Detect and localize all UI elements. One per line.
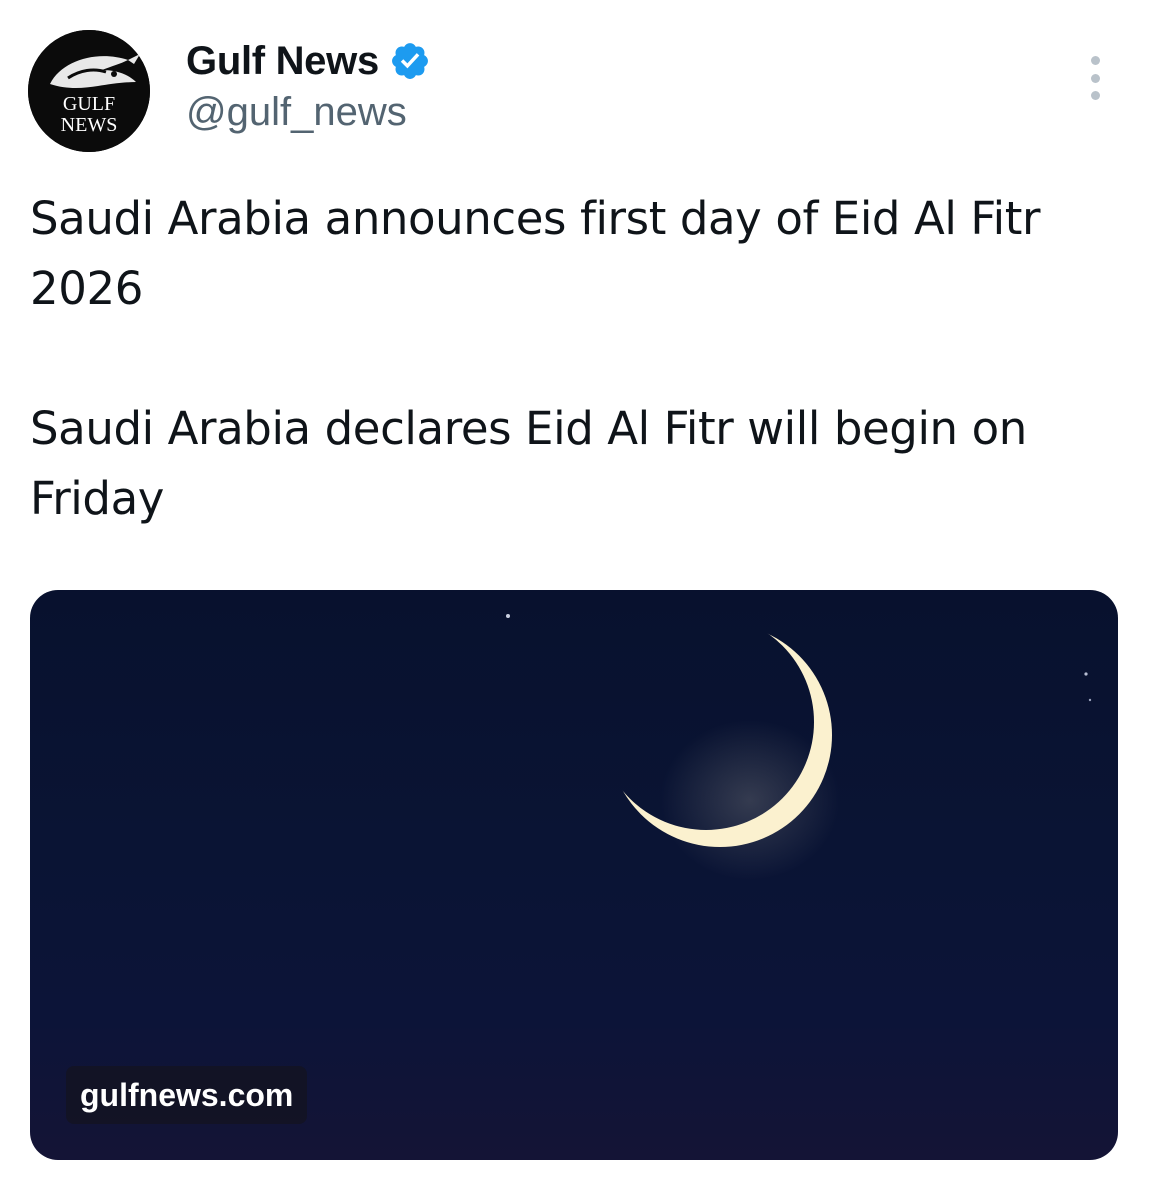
avatar-text-gulf: GULF: [63, 93, 115, 115]
media-card[interactable]: gulfnews.com: [30, 590, 1118, 1160]
more-options-icon[interactable]: [1078, 56, 1112, 100]
more-dot: [1090, 91, 1100, 100]
link-domain-badge[interactable]: gulfnews.com: [66, 1066, 308, 1124]
tweet-paragraph-body: Saudi Arabia declares Eid Al Fitr will b…: [30, 402, 1027, 525]
more-dot: [1090, 73, 1100, 83]
author-name-row: Gulf News: [186, 36, 431, 86]
author-name[interactable]: Gulf News: [186, 39, 379, 84]
more-dot: [1090, 56, 1100, 65]
avatar-text-news: NEWS: [61, 114, 118, 136]
gulf-news-logo: GULF NEWS: [28, 30, 150, 152]
avatar[interactable]: GULF NEWS: [28, 30, 150, 152]
tweet-paragraph-headline: Saudi Arabia announces first day of Eid …: [30, 192, 1041, 315]
author-handle[interactable]: @gulf_news: [186, 90, 407, 135]
tweet-text: Saudi Arabia announces first day of Eid …: [30, 184, 1120, 534]
verified-badge-icon[interactable]: [389, 40, 431, 82]
tweet: GULF NEWS Gulf News @gulf_news Saudi Ara…: [0, 0, 1155, 1200]
